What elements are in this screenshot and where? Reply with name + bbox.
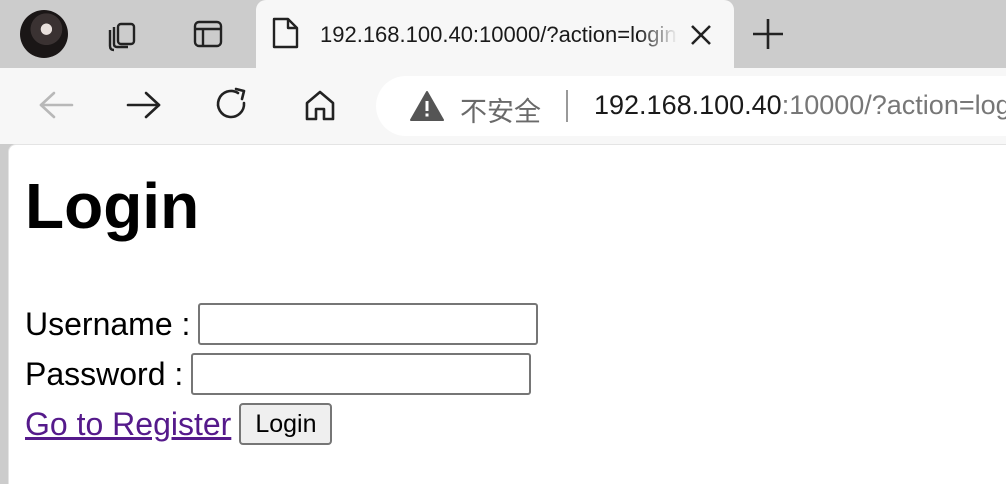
url-path: :10000/?action=login: [781, 90, 1006, 120]
back-arrow-icon[interactable]: [36, 85, 76, 125]
page-content: Login Username : Password : Go to Regist…: [8, 144, 1006, 484]
username-row: Username :: [25, 303, 539, 345]
forward-arrow-icon[interactable]: [124, 85, 164, 125]
security-status[interactable]: 不安全: [460, 90, 541, 129]
address-bar[interactable]: 不安全 192.168.100.40:10000/?action=login: [376, 76, 1006, 136]
password-input[interactable]: [191, 353, 532, 395]
refresh-icon[interactable]: [212, 85, 252, 125]
actions-row: Go to Register Login: [25, 403, 333, 445]
profile-avatar[interactable]: [20, 10, 68, 58]
username-label: Username :: [25, 305, 191, 342]
browser-toolbar: 不安全 192.168.100.40:10000/?action=login: [0, 68, 1006, 144]
url-text[interactable]: 192.168.100.40:10000/?action=login: [594, 90, 1006, 121]
url-host: 192.168.100.40: [594, 90, 782, 120]
password-label: Password :: [25, 355, 184, 392]
login-button[interactable]: Login: [239, 403, 333, 445]
tab-title: 192.168.100.40:10000/?action=login: [320, 22, 678, 48]
username-input[interactable]: [198, 303, 539, 345]
home-icon[interactable]: [300, 85, 340, 125]
plus-icon[interactable]: [750, 16, 786, 52]
active-tab[interactable]: 192.168.100.40:10000/?action=login: [256, 0, 734, 68]
page-icon: [272, 17, 299, 49]
warning-icon[interactable]: [410, 90, 444, 122]
separator: [566, 90, 568, 122]
password-row: Password :: [25, 353, 532, 395]
close-icon[interactable]: [688, 22, 714, 48]
register-link[interactable]: Go to Register: [25, 406, 231, 443]
tab-strip: 192.168.100.40:10000/?action=login: [0, 0, 1006, 68]
vertical-tabs-icon[interactable]: [188, 14, 228, 54]
workspaces-icon[interactable]: [102, 14, 142, 54]
page-title: Login: [25, 170, 200, 242]
